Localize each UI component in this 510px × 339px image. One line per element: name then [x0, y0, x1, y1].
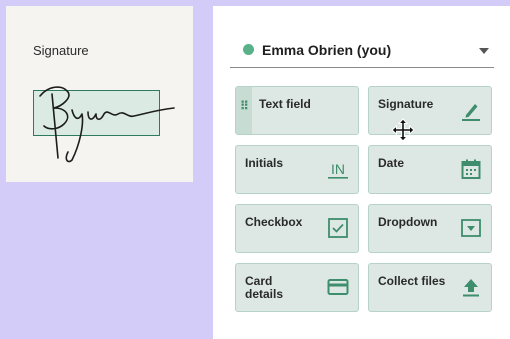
- field-label: Collect files: [378, 274, 446, 288]
- pen-icon: [460, 99, 482, 121]
- field-signature[interactable]: Signature: [368, 86, 492, 135]
- upload-icon: [460, 276, 482, 298]
- handwritten-signature: [39, 86, 175, 163]
- initials-icon: IN: [327, 158, 349, 180]
- field-label: Initials: [245, 156, 284, 170]
- field-label: Checkbox: [245, 215, 303, 229]
- dropdown-icon: [460, 217, 482, 239]
- recipient-name: Emma Obrien (you): [262, 41, 392, 58]
- svg-text:IN: IN: [331, 161, 345, 177]
- chevron-down-icon[interactable]: [479, 48, 489, 54]
- fields-panel: Emma Obrien (you) ⠿ Text field Signature…: [213, 6, 510, 339]
- field-label: Text field: [259, 97, 311, 111]
- checkbox-icon: [327, 217, 349, 239]
- drag-handle-icon[interactable]: ⠿: [236, 87, 252, 134]
- field-text-field[interactable]: ⠿ Text field: [235, 86, 359, 135]
- recipient-color-dot: [243, 44, 254, 55]
- field-label: Card details: [245, 274, 284, 301]
- move-cursor-icon: [391, 118, 415, 142]
- field-collect-files[interactable]: Collect files: [368, 263, 492, 312]
- field-dropdown[interactable]: Dropdown: [368, 204, 492, 253]
- calendar-icon: [460, 158, 482, 180]
- signature-preview-label: Signature: [33, 43, 89, 58]
- field-label: Dropdown: [378, 215, 438, 229]
- recipient-select[interactable]: Emma Obrien (you): [230, 38, 494, 68]
- field-date[interactable]: Date: [368, 145, 492, 194]
- signature-preview-card: Signature: [6, 6, 193, 182]
- field-checkbox[interactable]: Checkbox: [235, 204, 359, 253]
- field-initials[interactable]: Initials IN: [235, 145, 359, 194]
- credit-card-icon: [327, 276, 349, 298]
- field-card-details[interactable]: Card details: [235, 263, 359, 312]
- field-label: Signature: [378, 97, 434, 111]
- field-label: Date: [378, 156, 405, 170]
